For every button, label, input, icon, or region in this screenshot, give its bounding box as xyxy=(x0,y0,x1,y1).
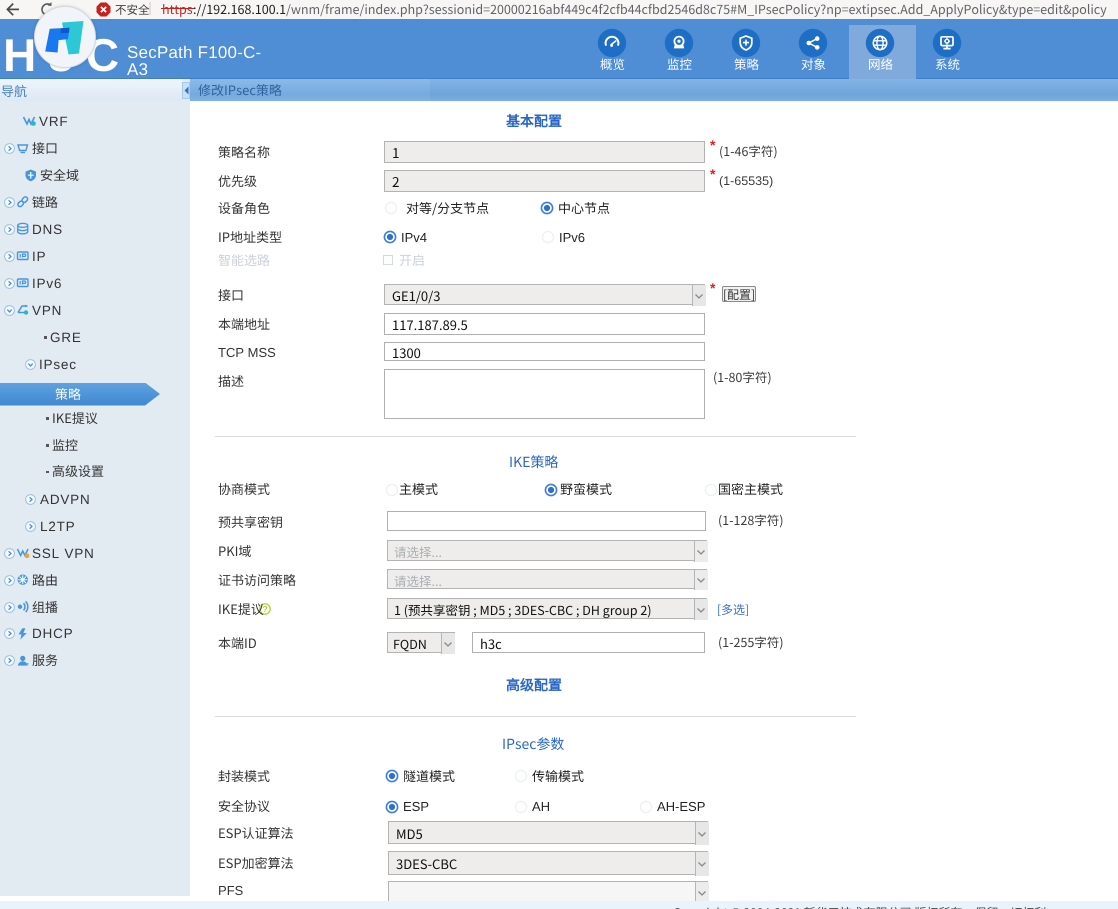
svg-text:?: ? xyxy=(263,604,268,614)
